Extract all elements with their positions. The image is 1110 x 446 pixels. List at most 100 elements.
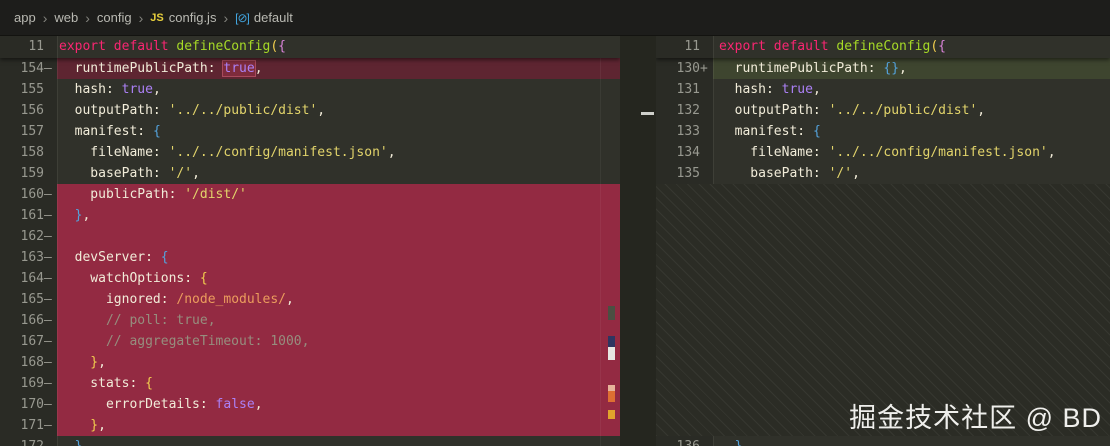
code-text[interactable]: outputPath: '../../public/dist',	[713, 100, 1110, 121]
line-number[interactable]: 172	[21, 436, 44, 446]
code-text[interactable]: watchOptions: {	[57, 268, 620, 289]
breadcrumb-item-default[interactable]: [⊘] default	[235, 10, 293, 25]
code-text[interactable]: },	[57, 352, 620, 373]
gutter[interactable]: 155	[0, 79, 57, 100]
gutter[interactable]: 131	[656, 79, 713, 100]
code-line[interactable]: 159 basePath: '/',	[0, 163, 620, 184]
code-text[interactable]: stats: {	[57, 373, 620, 394]
breadcrumb-item-web[interactable]: web	[54, 10, 78, 25]
code-line[interactable]: 130 + runtimePublicPath: {},	[656, 58, 1110, 79]
code-text[interactable]: },	[57, 436, 620, 446]
gutter[interactable]: 134	[656, 142, 713, 163]
code-line[interactable]: 157 manifest: {	[0, 121, 620, 142]
code-text[interactable]: fileName: '../../config/manifest.json',	[57, 142, 620, 163]
line-number[interactable]: 169	[21, 373, 44, 394]
code-text[interactable]: runtimePublicPath: true,	[57, 58, 620, 79]
code-line[interactable]: 170— errorDetails: false,	[0, 394, 620, 415]
line-number[interactable]: 136	[677, 436, 700, 446]
gutter[interactable]: 158	[0, 142, 57, 163]
code-line[interactable]: 132 outputPath: '../../public/dist',	[656, 100, 1110, 121]
line-number[interactable]: 164	[21, 268, 44, 289]
code-text[interactable]: },	[713, 436, 1110, 446]
code-line[interactable]: 133 manifest: {	[656, 121, 1110, 142]
gutter[interactable]: 166—	[0, 310, 57, 331]
line-number[interactable]: 168	[21, 352, 44, 373]
breadcrumb-item-app[interactable]: app	[14, 10, 36, 25]
line-number[interactable]: 161	[21, 205, 44, 226]
line-number[interactable]: 159	[21, 163, 44, 184]
gutter[interactable]: 133	[656, 121, 713, 142]
gutter[interactable]: 164—	[0, 268, 57, 289]
line-number[interactable]: 162	[21, 226, 44, 247]
line-number[interactable]: 160	[21, 184, 44, 205]
line-number[interactable]: 156	[21, 100, 44, 121]
editor-sash[interactable]	[620, 36, 656, 446]
code-text[interactable]: // poll: true,	[57, 310, 620, 331]
code-line[interactable]: 169— stats: {	[0, 373, 620, 394]
gutter[interactable]: 156	[0, 100, 57, 121]
gutter[interactable]: 136	[656, 436, 713, 446]
gutter[interactable]: 157	[0, 121, 57, 142]
gutter[interactable]: 170—	[0, 394, 57, 415]
gutter[interactable]: 132	[656, 100, 713, 121]
code-text[interactable]: runtimePublicPath: {},	[713, 58, 1110, 79]
code-text[interactable]: fileName: '../../config/manifest.json',	[713, 142, 1110, 163]
code-line[interactable]: 168— },	[0, 352, 620, 373]
code-text[interactable]: manifest: {	[57, 121, 620, 142]
line-number[interactable]: 170	[21, 394, 44, 415]
code-line[interactable]: 161— },	[0, 205, 620, 226]
code-text[interactable]: publicPath: '/dist/'	[57, 184, 620, 205]
code-text[interactable]: basePath: '/',	[57, 163, 620, 184]
gutter[interactable]: 169—	[0, 373, 57, 394]
code-text[interactable]: outputPath: '../../public/dist',	[57, 100, 620, 121]
line-number[interactable]: 134	[677, 142, 700, 163]
code-text[interactable]: // aggregateTimeout: 1000,	[57, 331, 620, 352]
line-number[interactable]: 130	[677, 58, 700, 79]
gutter[interactable]: 163—	[0, 247, 57, 268]
code-text[interactable]: ignored: /node_modules/,	[57, 289, 620, 310]
breadcrumb-item-config[interactable]: config	[97, 10, 132, 25]
line-number[interactable]: 165	[21, 289, 44, 310]
line-number[interactable]: 133	[677, 121, 700, 142]
gutter[interactable]: 160—	[0, 184, 57, 205]
line-number[interactable]: 135	[677, 163, 700, 184]
line-number[interactable]: 157	[21, 121, 44, 142]
gutter[interactable]: 130 +	[656, 58, 713, 79]
code-line[interactable]: 136 },	[656, 436, 1110, 446]
line-number[interactable]: 158	[21, 142, 44, 163]
code-line[interactable]: 154— runtimePublicPath: true,	[0, 58, 620, 79]
code-text[interactable]: hash: true,	[57, 79, 620, 100]
code-line[interactable]: 167— // aggregateTimeout: 1000,	[0, 331, 620, 352]
line-number[interactable]: 154	[21, 58, 44, 79]
gutter[interactable]: 162—	[0, 226, 57, 247]
code-line[interactable]: 164— watchOptions: {	[0, 268, 620, 289]
code-text[interactable]: basePath: '/',	[713, 163, 1110, 184]
gutter[interactable]: 168—	[0, 352, 57, 373]
line-number[interactable]: 131	[677, 79, 700, 100]
line-number[interactable]: 132	[677, 100, 700, 121]
gutter[interactable]: 11	[0, 36, 57, 58]
gutter[interactable]: 167—	[0, 331, 57, 352]
gutter[interactable]: 135	[656, 163, 713, 184]
code-line[interactable]: 156 outputPath: '../../public/dist',	[0, 100, 620, 121]
gutter[interactable]: 159	[0, 163, 57, 184]
code-line[interactable]: 165— ignored: /node_modules/,	[0, 289, 620, 310]
code-text[interactable]: errorDetails: false,	[57, 394, 620, 415]
code-text[interactable]	[57, 226, 620, 247]
line-number[interactable]: 167	[21, 331, 44, 352]
sticky-scroll-line[interactable]: 11 export default defineConfig({	[656, 36, 1110, 58]
gutter[interactable]: 154—	[0, 58, 57, 79]
line-number[interactable]: 11	[684, 36, 700, 58]
code-line[interactable]: 155 hash: true,	[0, 79, 620, 100]
code-line[interactable]: 135 basePath: '/',	[656, 163, 1110, 184]
code-line[interactable]: 158 fileName: '../../config/manifest.jso…	[0, 142, 620, 163]
line-number[interactable]: 163	[21, 247, 44, 268]
code-line[interactable]: 162—	[0, 226, 620, 247]
code-text[interactable]: export default defineConfig({	[713, 36, 1110, 58]
gutter[interactable]: 165—	[0, 289, 57, 310]
line-number[interactable]: 171	[21, 415, 44, 436]
gutter[interactable]: 171—	[0, 415, 57, 436]
code-line[interactable]: 163— devServer: {	[0, 247, 620, 268]
sticky-scroll-line[interactable]: 11 export default defineConfig({	[0, 36, 620, 58]
overview-ruler[interactable]	[600, 58, 620, 446]
